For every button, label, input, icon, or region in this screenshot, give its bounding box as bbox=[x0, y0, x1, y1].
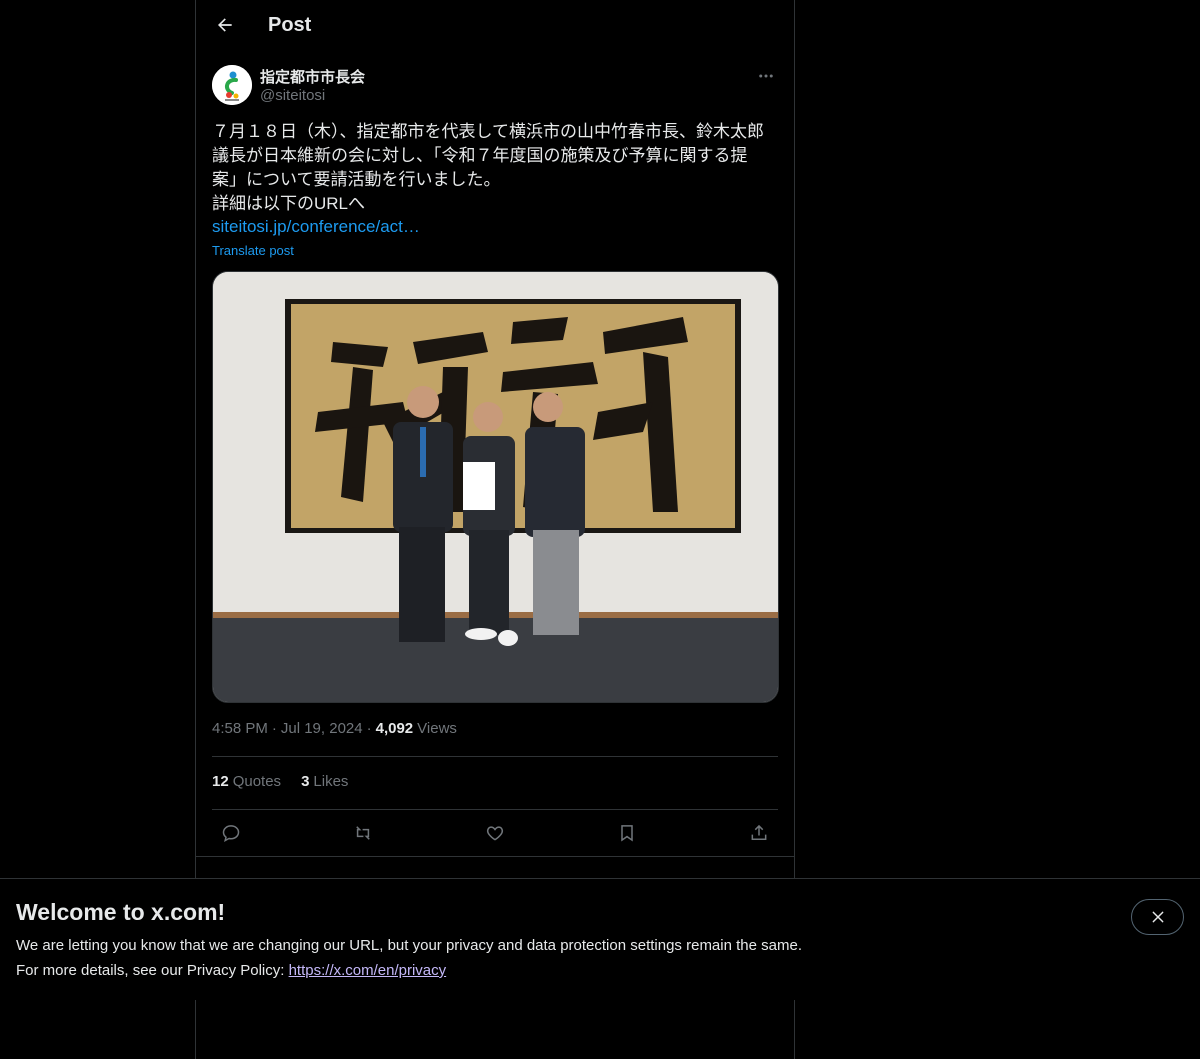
reply-icon bbox=[222, 825, 240, 842]
views-count: 4,092 bbox=[375, 720, 414, 737]
divider bbox=[212, 756, 778, 757]
post-meta: 4:58 PM · Jul 19, 2024 · 4,092 Views bbox=[212, 720, 457, 737]
quotes-label: Quotes bbox=[232, 773, 282, 790]
photo-image bbox=[213, 272, 778, 702]
page-title: Post bbox=[268, 14, 312, 36]
reply-button[interactable] bbox=[214, 817, 248, 849]
bookmark-icon bbox=[621, 825, 633, 842]
share-icon bbox=[751, 824, 767, 840]
share-button[interactable] bbox=[742, 817, 776, 849]
avatar[interactable] bbox=[212, 65, 252, 105]
author-handle[interactable]: @siteitosi bbox=[260, 87, 325, 104]
post-author: 指定都市市長会 @siteitosi bbox=[212, 64, 778, 108]
likes-count: 3 bbox=[301, 773, 310, 790]
banner-privacy-line: For more details, see our Privacy Policy… bbox=[16, 962, 446, 979]
back-button[interactable] bbox=[208, 8, 242, 42]
repost-button[interactable] bbox=[346, 817, 380, 849]
post-link[interactable]: siteitosi.jp/conference/act… bbox=[212, 215, 420, 239]
divider bbox=[212, 809, 778, 810]
more-button[interactable] bbox=[754, 64, 778, 88]
divider bbox=[196, 856, 794, 857]
url-change-banner: Welcome to x.com! We are letting you kno… bbox=[0, 878, 1200, 1000]
banner-message: We are letting you know that we are chan… bbox=[16, 937, 802, 954]
bookmark-button[interactable] bbox=[610, 817, 644, 849]
meta-separator: · bbox=[366, 720, 372, 737]
close-banner-button[interactable] bbox=[1131, 899, 1184, 935]
banner-title: Welcome to x.com! bbox=[16, 899, 226, 925]
translate-post-link[interactable]: Translate post bbox=[212, 243, 294, 258]
post-header: Post bbox=[196, 0, 794, 54]
post-actions bbox=[212, 817, 778, 849]
likes-link[interactable]: 3 Likes bbox=[301, 773, 348, 790]
views-label: Views bbox=[417, 720, 457, 737]
post-stats: 12 Quotes 3 Likes bbox=[212, 773, 348, 790]
avatar-logo-icon bbox=[212, 65, 252, 105]
meta-separator: · bbox=[271, 720, 277, 737]
like-icon bbox=[486, 826, 504, 841]
privacy-policy-link[interactable]: https://x.com/en/privacy bbox=[289, 962, 447, 979]
close-icon bbox=[1152, 911, 1163, 923]
like-button[interactable] bbox=[478, 817, 512, 849]
post-time[interactable]: 4:58 PM bbox=[212, 720, 268, 737]
back-arrow-icon bbox=[218, 18, 232, 32]
post-text: ７月１８日（木）、指定都市を代表して横浜市の山中竹春市長、鈴木太郎 議長が日本維… bbox=[212, 122, 764, 213]
author-name[interactable]: 指定都市市長会 bbox=[260, 66, 365, 87]
quotes-link[interactable]: 12 Quotes bbox=[212, 773, 281, 790]
repost-icon bbox=[356, 826, 370, 840]
post-date[interactable]: Jul 19, 2024 bbox=[281, 720, 363, 737]
post-photo[interactable] bbox=[212, 271, 779, 703]
likes-label: Likes bbox=[313, 773, 349, 790]
more-icon bbox=[759, 74, 773, 78]
banner-privacy-prefix: For more details, see our Privacy Policy… bbox=[16, 962, 289, 979]
quotes-count: 12 bbox=[212, 773, 229, 790]
